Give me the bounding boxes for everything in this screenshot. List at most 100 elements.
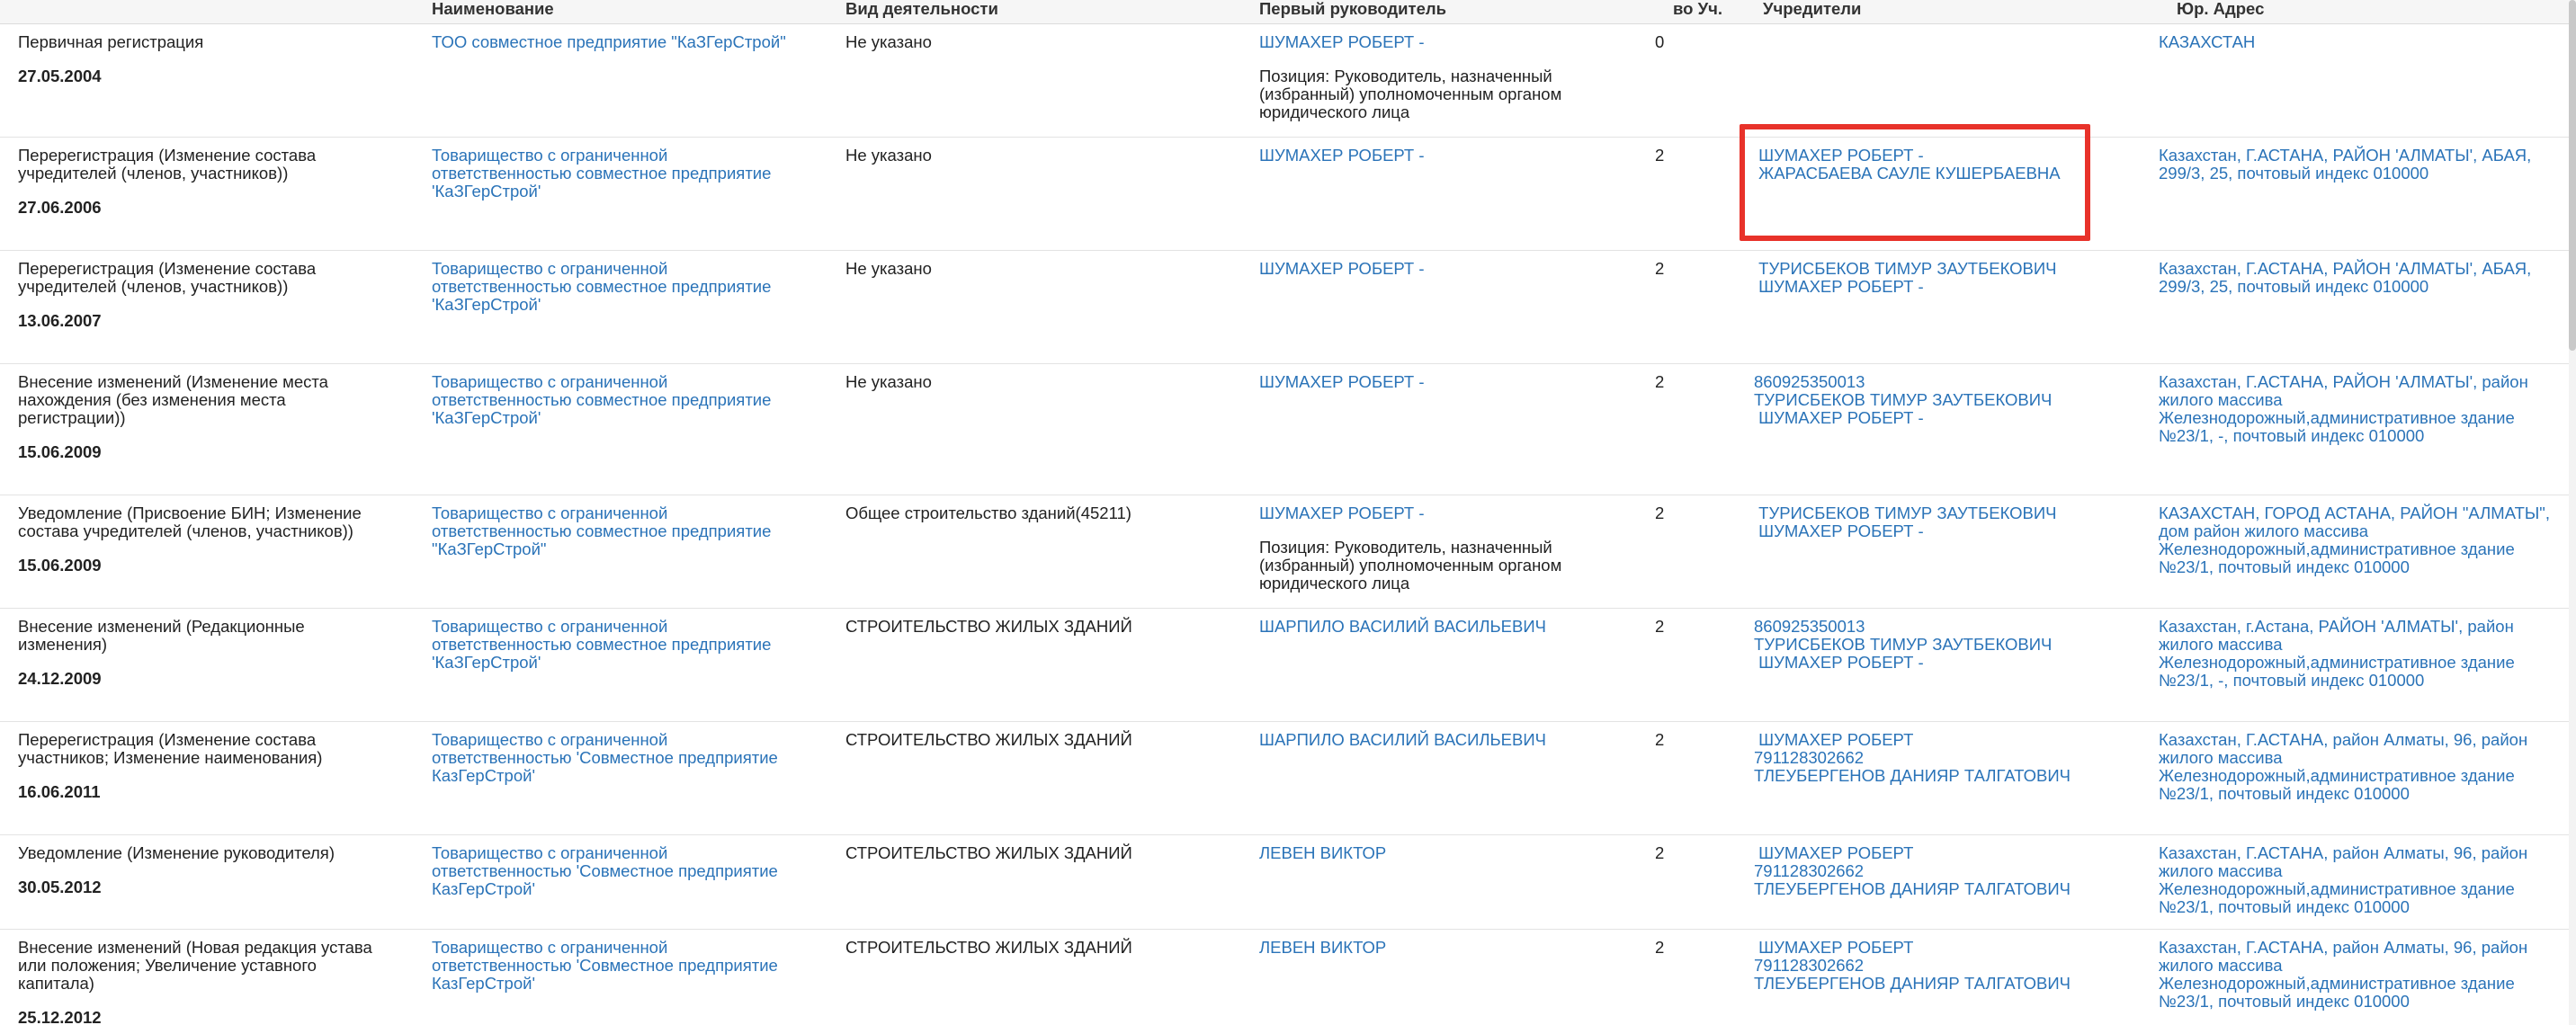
activity-cell: СТРОИТЕЛЬСТВО ЖИЛЫХ ЗДАНИЙ bbox=[827, 834, 1241, 930]
count-cell: 2 bbox=[1655, 929, 1745, 1025]
founders-cell: 860925350013 ТУРИСБЕКОВ ТИМУР ЗАУТБЕКОВИ… bbox=[1745, 608, 2159, 722]
company-name-link[interactable]: Товарищество с ограниченной ответственно… bbox=[432, 730, 778, 785]
company-name-link[interactable]: Товарищество с ограниченной ответственно… bbox=[432, 146, 771, 201]
head-cell: ШАРПИЛО ВАСИЛИЙ ВАСИЛЬЕВИЧ bbox=[1241, 721, 1655, 835]
address-link[interactable]: Казахстан, Г.АСТАНА, РАЙОН 'АЛМАТЫ', АБА… bbox=[2159, 146, 2531, 183]
header-first-head[interactable]: Первый руководитель bbox=[1241, 0, 1655, 24]
company-name-link[interactable]: Товарищество с ограниченной ответственно… bbox=[432, 259, 771, 314]
founder-link[interactable]: ТЛЕУБЕРГЕНОВ ДАНИЯР ТАЛГАТОВИЧ bbox=[1754, 879, 2141, 898]
header-participant-count[interactable]: во Уч. bbox=[1655, 0, 1745, 24]
company-name-link[interactable]: Товарищество с ограниченной ответственно… bbox=[432, 843, 778, 898]
event-cell: Внесение изменений (Редакционные изменен… bbox=[0, 608, 414, 722]
founder-link[interactable]: ШУМАХЕР РОБЕРТ bbox=[1754, 843, 2141, 862]
event-type: Первичная регистрация bbox=[18, 31, 204, 51]
head-position: Позиция: Руководитель, назначенный (избр… bbox=[1259, 537, 1562, 593]
header-activity[interactable]: Вид деятельности bbox=[827, 0, 1241, 24]
founder-link[interactable]: ШУМАХЕР РОБЕРТ bbox=[1754, 730, 2141, 749]
address-link[interactable]: Казахстан, Г.АСТАНА, РАЙОН 'АЛМАТЫ', АБА… bbox=[2159, 259, 2531, 296]
event-type: Внесение изменений (Новая редакция устав… bbox=[18, 937, 372, 993]
address-cell: Казахстан, г.Астана, РАЙОН 'АЛМАТЫ', рай… bbox=[2159, 608, 2569, 722]
name-cell: Товарищество с ограниченной ответственно… bbox=[414, 495, 827, 609]
count-cell: 2 bbox=[1655, 834, 1745, 930]
head-cell: ШУМАХЕР РОБЕРТ - bbox=[1241, 137, 1655, 251]
name-cell: Товарищество с ограниченной ответственно… bbox=[414, 608, 827, 722]
activity-text: СТРОИТЕЛЬСТВО ЖИЛЫХ ЗДАНИЙ bbox=[845, 842, 1132, 862]
founder-link[interactable]: ШУМАХЕР РОБЕРТ bbox=[1754, 938, 2141, 957]
event-date: 13.06.2007 bbox=[18, 310, 102, 330]
name-cell: ТОО совместное предприятие "КаЗГерСтрой" bbox=[414, 23, 827, 138]
scrollbar-thumb[interactable] bbox=[2569, 0, 2576, 351]
header-founders[interactable]: Учредители bbox=[1745, 0, 2159, 24]
header-legal-address[interactable]: Юр. Адрес bbox=[2159, 0, 2569, 24]
founder-link[interactable]: ТЛЕУБЕРГЕНОВ ДАНИЯР ТАЛГАТОВИЧ bbox=[1754, 766, 2141, 785]
head-cell: ШУМАХЕР РОБЕРТ - bbox=[1241, 250, 1655, 364]
event-date: 25.12.2012 bbox=[18, 1007, 102, 1025]
founder-link[interactable]: ТУРИСБЕКОВ ТИМУР ЗАУТБЕКОВИЧ bbox=[1754, 259, 2141, 278]
activity-cell: Не указано bbox=[827, 363, 1241, 495]
registration-history-table: Наименование Вид деятельности Первый рук… bbox=[0, 0, 2569, 1025]
company-name-link[interactable]: ТОО совместное предприятие "КаЗГерСтрой" bbox=[432, 32, 786, 51]
head-link[interactable]: ШУМАХЕР РОБЕРТ - bbox=[1259, 146, 1637, 165]
head-link[interactable]: ШУМАХЕР РОБЕРТ - bbox=[1259, 372, 1637, 391]
address-link[interactable]: Казахстан, Г.АСТАНА, район Алматы, 96, р… bbox=[2159, 938, 2527, 1011]
participant-count: 2 bbox=[1655, 616, 1665, 636]
founder-link[interactable]: ШУМАХЕР РОБЕРТ - bbox=[1754, 408, 2141, 427]
address-cell: Казахстан, Г.АСТАНА, район Алматы, 96, р… bbox=[2159, 721, 2569, 835]
table-row: Перерегистрация (Изменение состава учред… bbox=[0, 137, 2569, 251]
head-cell: ШУМАХЕР РОБЕРТ - Позиция: Руководитель, … bbox=[1241, 23, 1655, 138]
participant-count: 2 bbox=[1655, 145, 1665, 165]
count-cell: 2 bbox=[1655, 250, 1745, 364]
founders-cell: ТУРИСБЕКОВ ТИМУР ЗАУТБЕКОВИЧ ШУМАХЕР РОБ… bbox=[1745, 495, 2159, 609]
founder-link[interactable]: 791128302662 bbox=[1754, 748, 2141, 767]
activity-text: Не указано bbox=[845, 371, 932, 391]
head-link[interactable]: ШАРПИЛО ВАСИЛИЙ ВАСИЛЬЕВИЧ bbox=[1259, 730, 1637, 749]
founder-link[interactable]: 791128302662 bbox=[1754, 861, 2141, 880]
head-link[interactable]: ШУМАХЕР РОБЕРТ - bbox=[1259, 504, 1637, 522]
table-body: Первичная регистрация 27.05.2004 ТОО сов… bbox=[0, 23, 2569, 1025]
founder-link[interactable]: ТУРИСБЕКОВ ТИМУР ЗАУТБЕКОВИЧ bbox=[1754, 635, 2141, 654]
vertical-scrollbar[interactable] bbox=[2569, 0, 2576, 1025]
head-link[interactable]: ЛЕВЕН ВИКТОР bbox=[1259, 843, 1637, 862]
address-link[interactable]: КАЗАХСТАН bbox=[2159, 32, 2255, 51]
founders-cell: ШУМАХЕР РОБЕРТ 791128302662 ТЛЕУБЕРГЕНОВ… bbox=[1745, 721, 2159, 835]
founder-link[interactable]: 860925350013 bbox=[1754, 617, 2141, 636]
founders-cell: ШУМАХЕР РОБЕРТ 791128302662 ТЛЕУБЕРГЕНОВ… bbox=[1745, 834, 2159, 930]
address-link[interactable]: Казахстан, Г.АСТАНА, район Алматы, 96, р… bbox=[2159, 843, 2527, 916]
founder-link[interactable]: ЖАРАСБАЕВА САУЛЕ КУШЕРБАЕВНА bbox=[1754, 164, 2141, 183]
event-type: Перерегистрация (Изменение состава учред… bbox=[18, 145, 317, 183]
founder-link[interactable]: ТЛЕУБЕРГЕНОВ ДАНИЯР ТАЛГАТОВИЧ bbox=[1754, 974, 2141, 993]
header-name[interactable]: Наименование bbox=[414, 0, 827, 24]
activity-text: СТРОИТЕЛЬСТВО ЖИЛЫХ ЗДАНИЙ bbox=[845, 729, 1132, 749]
company-name-link[interactable]: Товарищество с ограниченной ответственно… bbox=[432, 938, 778, 993]
participant-count: 0 bbox=[1655, 31, 1665, 51]
activity-cell: Не указано bbox=[827, 23, 1241, 138]
founder-link[interactable]: ТУРИСБЕКОВ ТИМУР ЗАУТБЕКОВИЧ bbox=[1754, 504, 2141, 522]
head-cell: ЛЕВЕН ВИКТОР bbox=[1241, 834, 1655, 930]
company-name-link[interactable]: Товарищество с ограниченной ответственно… bbox=[432, 372, 771, 427]
address-link[interactable]: Казахстан, Г.АСТАНА, район Алматы, 96, р… bbox=[2159, 730, 2527, 803]
head-link[interactable]: ШУМАХЕР РОБЕРТ - bbox=[1259, 259, 1637, 278]
founder-link[interactable]: 791128302662 bbox=[1754, 956, 2141, 975]
founder-link[interactable]: ШУМАХЕР РОБЕРТ - bbox=[1754, 521, 2141, 540]
founder-link[interactable]: ШУМАХЕР РОБЕРТ - bbox=[1754, 653, 2141, 672]
address-link[interactable]: Казахстан, г.Астана, РАЙОН 'АЛМАТЫ', рай… bbox=[2159, 617, 2515, 690]
table-header: Наименование Вид деятельности Первый рук… bbox=[0, 0, 2569, 24]
count-cell: 2 bbox=[1655, 721, 1745, 835]
participant-count: 2 bbox=[1655, 842, 1665, 862]
address-link[interactable]: КАЗАХСТАН, ГОРОД АСТАНА, РАЙОН "АЛМАТЫ",… bbox=[2159, 504, 2550, 576]
company-name-link[interactable]: Товарищество с ограниченной ответственно… bbox=[432, 617, 771, 672]
head-cell: ШУМАХЕР РОБЕРТ - Позиция: Руководитель, … bbox=[1241, 495, 1655, 609]
founder-link[interactable]: ШУМАХЕР РОБЕРТ - bbox=[1754, 277, 2141, 296]
founder-link[interactable]: ШУМАХЕР РОБЕРТ - bbox=[1754, 146, 2141, 165]
registration-history-page: Наименование Вид деятельности Первый рук… bbox=[0, 0, 2576, 1025]
head-link[interactable]: ШАРПИЛО ВАСИЛИЙ ВАСИЛЬЕВИЧ bbox=[1259, 617, 1637, 636]
activity-cell: Не указано bbox=[827, 250, 1241, 364]
founder-link[interactable]: ТУРИСБЕКОВ ТИМУР ЗАУТБЕКОВИЧ bbox=[1754, 390, 2141, 409]
founder-link[interactable]: 860925350013 bbox=[1754, 372, 2141, 391]
header-event bbox=[0, 0, 414, 24]
head-cell: ЛЕВЕН ВИКТОР bbox=[1241, 929, 1655, 1025]
head-link[interactable]: ЛЕВЕН ВИКТОР bbox=[1259, 938, 1637, 957]
address-link[interactable]: Казахстан, Г.АСТАНА, РАЙОН 'АЛМАТЫ', рай… bbox=[2159, 372, 2528, 445]
company-name-link[interactable]: Товарищество с ограниченной ответственно… bbox=[432, 504, 771, 558]
head-link[interactable]: ШУМАХЕР РОБЕРТ - bbox=[1259, 32, 1637, 51]
